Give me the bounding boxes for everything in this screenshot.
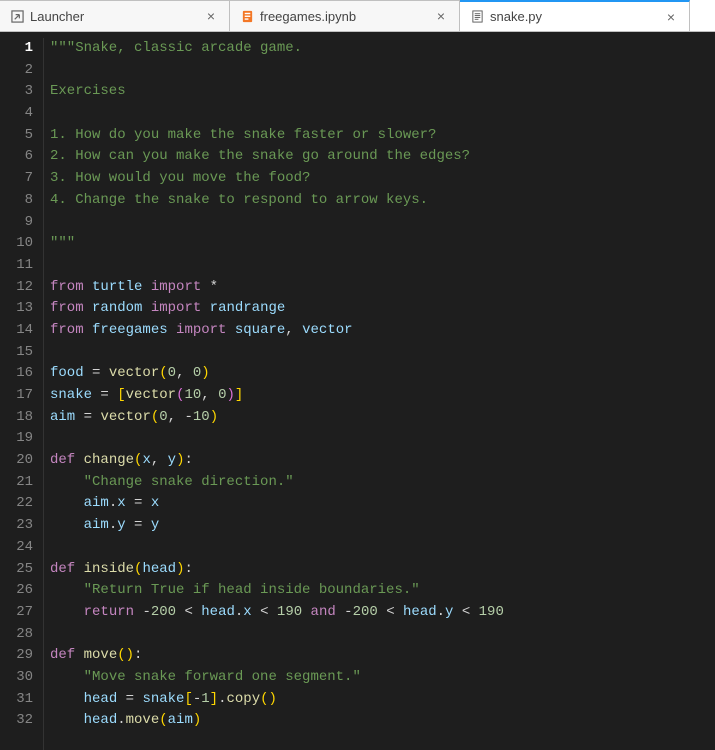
line-number: 11 xyxy=(0,255,33,277)
code-editor[interactable]: 1234567891011121314151617181920212223242… xyxy=(0,32,715,750)
code-line[interactable]: aim.x = x xyxy=(50,493,504,515)
code-line[interactable] xyxy=(50,537,504,559)
line-number: 21 xyxy=(0,472,33,494)
line-number: 29 xyxy=(0,645,33,667)
line-number: 19 xyxy=(0,428,33,450)
line-number: 10 xyxy=(0,233,33,255)
code-line[interactable]: def change(x, y): xyxy=(50,450,504,472)
line-number: 2 xyxy=(0,60,33,82)
line-number: 26 xyxy=(0,580,33,602)
python-file-icon xyxy=(470,10,484,24)
code-line[interactable]: snake = [vector(10, 0)] xyxy=(50,385,504,407)
tab-label: Launcher xyxy=(30,9,203,24)
code-line[interactable] xyxy=(50,212,504,234)
close-icon[interactable]: × xyxy=(663,9,679,25)
line-number: 30 xyxy=(0,667,33,689)
code-line[interactable]: "Change snake direction." xyxy=(50,472,504,494)
code-line[interactable]: "Return True if head inside boundaries." xyxy=(50,580,504,602)
code-line[interactable]: return -200 < head.x < 190 and -200 < he… xyxy=(50,602,504,624)
line-number: 9 xyxy=(0,212,33,234)
code-line[interactable]: from turtle import * xyxy=(50,277,504,299)
line-number: 8 xyxy=(0,190,33,212)
line-number: 24 xyxy=(0,537,33,559)
code-line[interactable] xyxy=(50,103,504,125)
line-number: 6 xyxy=(0,146,33,168)
code-line[interactable]: Exercises xyxy=(50,81,504,103)
line-number: 3 xyxy=(0,81,33,103)
line-number: 31 xyxy=(0,689,33,711)
code-line[interactable] xyxy=(50,342,504,364)
code-line[interactable]: """Snake, classic arcade game. xyxy=(50,38,504,60)
line-number: 27 xyxy=(0,602,33,624)
notebook-icon xyxy=(240,9,254,23)
code-line[interactable]: def move(): xyxy=(50,645,504,667)
code-content[interactable]: """Snake, classic arcade game. Exercises… xyxy=(44,38,504,750)
line-number: 7 xyxy=(0,168,33,190)
code-line[interactable] xyxy=(50,255,504,277)
line-number: 25 xyxy=(0,559,33,581)
code-line[interactable]: food = vector(0, 0) xyxy=(50,363,504,385)
tab-freegames-notebook[interactable]: freegames.ipynb × xyxy=(230,0,460,31)
line-number: 14 xyxy=(0,320,33,342)
line-number: 17 xyxy=(0,385,33,407)
tab-snake-py[interactable]: snake.py × xyxy=(460,0,690,31)
tab-bar: Launcher × freegames.ipynb × snake.py × xyxy=(0,0,715,32)
code-line[interactable] xyxy=(50,60,504,82)
code-line[interactable]: aim.y = y xyxy=(50,515,504,537)
code-line[interactable]: from random import randrange xyxy=(50,298,504,320)
code-line[interactable]: 4. Change the snake to respond to arrow … xyxy=(50,190,504,212)
line-number: 4 xyxy=(0,103,33,125)
line-number: 16 xyxy=(0,363,33,385)
code-line[interactable]: 3. How would you move the food? xyxy=(50,168,504,190)
line-number-gutter: 1234567891011121314151617181920212223242… xyxy=(0,38,44,750)
close-icon[interactable]: × xyxy=(433,8,449,24)
line-number: 23 xyxy=(0,515,33,537)
code-line[interactable]: head = snake[-1].copy() xyxy=(50,689,504,711)
line-number: 12 xyxy=(0,277,33,299)
line-number: 1 xyxy=(0,38,33,60)
code-line[interactable]: aim = vector(0, -10) xyxy=(50,407,504,429)
code-line[interactable]: 2. How can you make the snake go around … xyxy=(50,146,504,168)
code-line[interactable] xyxy=(50,624,504,646)
line-number: 22 xyxy=(0,493,33,515)
line-number: 15 xyxy=(0,342,33,364)
tab-label: snake.py xyxy=(490,9,663,24)
line-number: 20 xyxy=(0,450,33,472)
launcher-icon xyxy=(10,9,24,23)
close-icon[interactable]: × xyxy=(203,8,219,24)
code-line[interactable]: 1. How do you make the snake faster or s… xyxy=(50,125,504,147)
tab-label: freegames.ipynb xyxy=(260,9,433,24)
code-line[interactable]: """ xyxy=(50,233,504,255)
line-number: 28 xyxy=(0,624,33,646)
code-line[interactable]: from freegames import square, vector xyxy=(50,320,504,342)
line-number: 32 xyxy=(0,710,33,732)
code-line[interactable]: def inside(head): xyxy=(50,559,504,581)
code-line[interactable]: head.move(aim) xyxy=(50,710,504,732)
code-line[interactable]: "Move snake forward one segment." xyxy=(50,667,504,689)
tab-launcher[interactable]: Launcher × xyxy=(0,0,230,31)
line-number: 18 xyxy=(0,407,33,429)
code-line[interactable] xyxy=(50,428,504,450)
line-number: 5 xyxy=(0,125,33,147)
line-number: 13 xyxy=(0,298,33,320)
